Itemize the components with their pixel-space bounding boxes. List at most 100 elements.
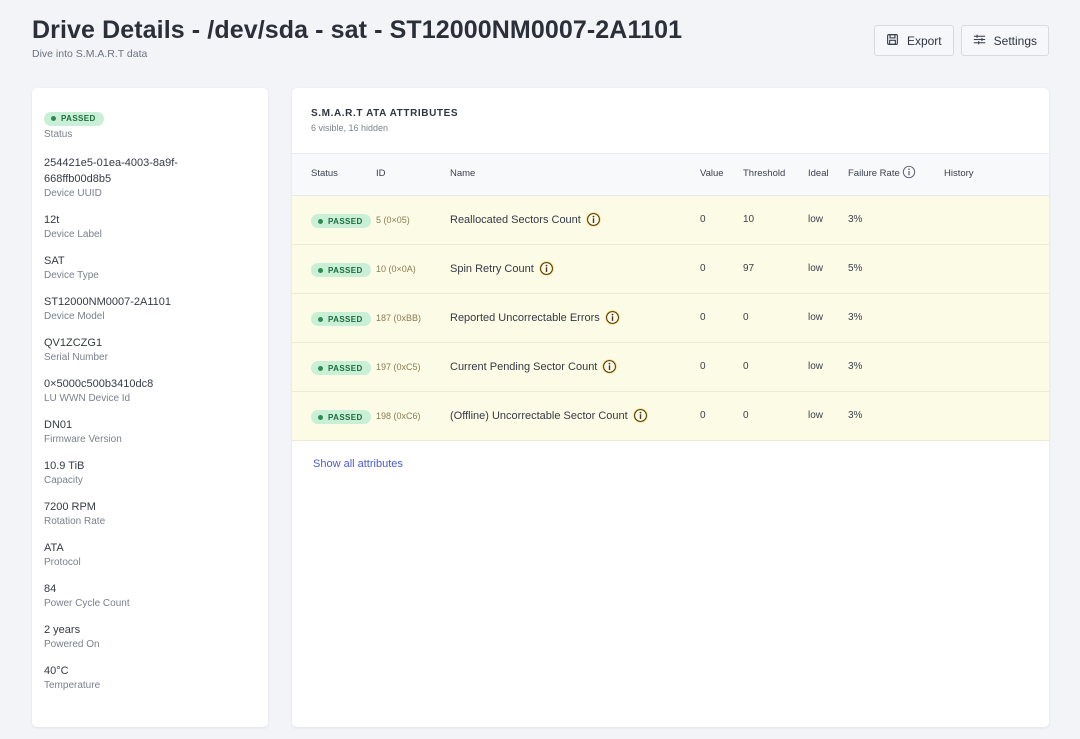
info-icon[interactable]	[586, 212, 601, 227]
attribute-ideal: low	[808, 214, 824, 225]
prop-device-type: SAT Device Type	[44, 253, 256, 282]
prop-label: Firmware Version	[44, 434, 122, 445]
attribute-id: 10 (0×0A)	[376, 264, 416, 274]
prop-device-uuid: 254421e5-01ea-4003-8a9f-668ffb00d8b5 Dev…	[44, 155, 256, 200]
attribute-failure-rate: 5%	[848, 263, 863, 274]
col-name[interactable]: Name	[450, 168, 475, 179]
attribute-ideal: low	[808, 312, 824, 323]
status-dot-icon	[318, 414, 323, 420]
prop-value: 0×5000c500b3410dc8	[44, 378, 154, 390]
attribute-name: (Offline) Uncorrectable Sector Count	[450, 408, 648, 423]
prop-power-cycle-count: 84 Power Cycle Count	[44, 581, 256, 610]
attribute-name-label: Reported Uncorrectable Errors	[450, 311, 600, 324]
status-badge-label: PASSED	[328, 412, 363, 422]
attribute-id: 5 (0×05)	[376, 215, 410, 225]
prop-value: 10.9 TiB	[44, 460, 85, 472]
smart-attributes-card: S.M.A.R.T ATA ATTRIBUTES 6 visible, 16 h…	[292, 88, 1049, 727]
prop-label: Serial Number	[44, 352, 108, 363]
prop-label: LU WWN Device Id	[44, 393, 131, 404]
status-dot-icon	[318, 316, 323, 322]
page-subtitle: Dive into S.M.A.R.T data	[32, 48, 148, 60]
prop-protocol: ATA Protocol	[44, 540, 256, 569]
prop-temperature: 40°C Temperature	[44, 663, 256, 692]
attribute-value: 0	[700, 263, 706, 274]
attribute-failure-rate: 3%	[848, 312, 863, 323]
prop-label: Protocol	[44, 557, 81, 568]
status-dot-icon	[318, 218, 323, 224]
prop-value: QV1ZCZG1	[44, 337, 103, 349]
table-row[interactable]: PASSED 5 (0×05) Reallocated Sectors Coun…	[292, 196, 1049, 245]
show-all-attributes-link[interactable]: Show all attributes	[313, 458, 403, 470]
prop-value: 84	[44, 583, 57, 595]
status-dot-icon	[318, 267, 323, 273]
attribute-ideal: low	[808, 410, 824, 421]
status-dot-icon	[318, 365, 323, 371]
prop-powered-on: 2 years Powered On	[44, 622, 256, 651]
info-icon[interactable]	[605, 310, 620, 325]
table-row[interactable]: PASSED 10 (0×0A) Spin Retry Count 0 97 l…	[292, 245, 1049, 294]
col-value[interactable]: Value	[700, 168, 724, 179]
prop-firmware-version: DN01 Firmware Version	[44, 417, 256, 446]
info-icon[interactable]	[902, 165, 916, 179]
table-row[interactable]: PASSED 197 (0xC5) Current Pending Sector…	[292, 343, 1049, 392]
prop-label: Powered On	[44, 639, 100, 650]
status-badge: PASSED	[311, 263, 371, 277]
prop-value: DN01	[44, 419, 73, 431]
page-header: Drive Details - /dev/sda - sat - ST12000…	[32, 16, 682, 60]
prop-value: 12t	[44, 214, 60, 226]
status-badge: PASSED	[44, 111, 104, 126]
status-badge: PASSED	[311, 214, 371, 228]
attribute-id: 187 (0xBB)	[376, 313, 422, 323]
prop-value: 2 years	[44, 624, 81, 636]
status-label: Status	[44, 129, 73, 140]
export-button[interactable]: Export	[873, 25, 954, 56]
table-row[interactable]: PASSED 187 (0xBB) Reported Uncorrectable…	[292, 294, 1049, 343]
status-badge: PASSED	[311, 361, 371, 375]
attribute-value: 0	[700, 214, 706, 225]
info-icon[interactable]	[602, 359, 617, 374]
status-badge: PASSED	[311, 410, 371, 424]
col-ideal[interactable]: Ideal	[808, 168, 829, 179]
prop-serial-number: QV1ZCZG1 Serial Number	[44, 335, 256, 364]
col-status[interactable]: Status	[311, 168, 338, 179]
prop-device-model: ST12000NM0007-2A1101 Device Model	[44, 294, 256, 323]
col-failure-rate-label: Failure Rate	[848, 168, 900, 179]
prop-value: 40°C	[44, 665, 69, 677]
page-title: Drive Details - /dev/sda - sat - ST12000…	[32, 16, 683, 44]
settings-button[interactable]: Settings	[960, 25, 1049, 56]
col-history[interactable]: History	[944, 168, 974, 179]
export-button-label: Export	[906, 33, 942, 48]
prop-device-label: 12t Device Label	[44, 212, 256, 241]
attribute-value: 0	[700, 361, 706, 372]
prop-label: Device Model	[44, 311, 105, 322]
prop-value: ATA	[44, 542, 64, 554]
table-row[interactable]: PASSED 198 (0xC6) (Offline) Uncorrectabl…	[292, 392, 1049, 441]
save-icon	[886, 33, 899, 49]
prop-label: Device Type	[44, 270, 99, 281]
prop-label: Capacity	[44, 475, 83, 486]
attribute-failure-rate: 3%	[848, 214, 863, 225]
attribute-ideal: low	[808, 361, 824, 372]
col-id[interactable]: ID	[376, 168, 386, 179]
prop-value: 7200 RPM	[44, 501, 96, 513]
info-icon[interactable]	[633, 408, 648, 423]
col-failure-rate[interactable]: Failure Rate	[848, 165, 916, 179]
attribute-name-label: Reallocated Sectors Count	[450, 213, 581, 226]
info-icon[interactable]	[539, 261, 554, 276]
attribute-ideal: low	[808, 263, 824, 274]
status-dot-icon	[51, 116, 56, 121]
prop-label: Device Label	[44, 229, 102, 240]
prop-label: Device UUID	[44, 188, 102, 199]
status-badge-label: PASSED	[328, 216, 363, 226]
prop-value: ST12000NM0007-2A1101	[44, 296, 171, 308]
device-status: PASSED Status	[44, 108, 256, 141]
prop-label: Temperature	[44, 680, 101, 691]
prop-value: 254421e5-01ea-4003-8a9f-668ffb00d8b5	[44, 157, 178, 185]
col-threshold[interactable]: Threshold	[743, 168, 785, 179]
attribute-threshold: 0	[743, 410, 749, 421]
device-info-card: PASSED Status 254421e5-01ea-4003-8a9f-66…	[32, 88, 268, 727]
attribute-name-label: (Offline) Uncorrectable Sector Count	[450, 409, 628, 422]
attribute-name-label: Current Pending Sector Count	[450, 360, 598, 373]
prop-capacity: 10.9 TiB Capacity	[44, 458, 256, 487]
settings-button-label: Settings	[993, 33, 1037, 48]
